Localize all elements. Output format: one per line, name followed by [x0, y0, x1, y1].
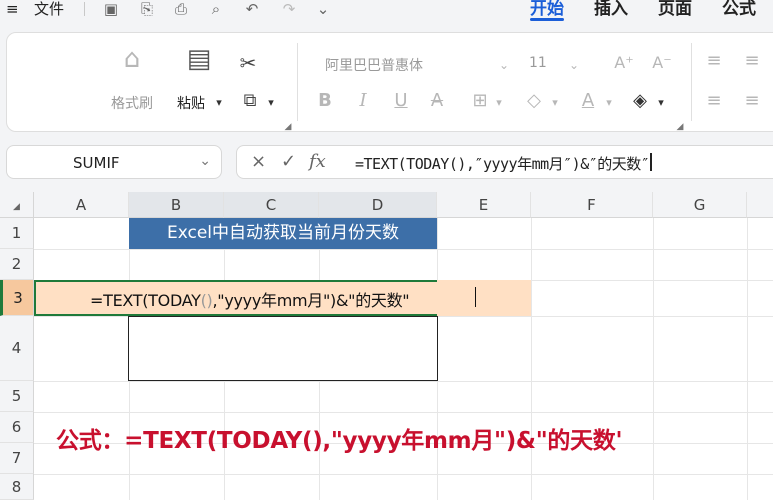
font-launcher-icon[interactable]: ◢: [675, 117, 685, 137]
spreadsheet-grid[interactable]: ◢ A B C D E F G 1 2 3 4 5 6 7 8 Excel中自动…: [0, 192, 773, 500]
select-all-corner[interactable]: ◢: [0, 192, 34, 218]
gridline: [653, 218, 654, 500]
gridline: [34, 474, 773, 475]
redo-icon[interactable]: ↷: [280, 0, 298, 18]
row-header-4[interactable]: 4: [0, 316, 34, 381]
result-cell-b4[interactable]: [128, 316, 438, 381]
undo-icon[interactable]: ↶: [243, 0, 261, 18]
editor-text-paren: (): [200, 291, 213, 310]
menu-divider: [84, 2, 85, 16]
gridline: [531, 218, 532, 500]
eraser-chevron-down-icon[interactable]: ▾: [655, 93, 667, 113]
cancel-icon[interactable]: ×: [251, 151, 266, 172]
copy-icon[interactable]: ⧉: [237, 91, 263, 111]
copy-chevron-down-icon[interactable]: ▾: [265, 93, 277, 113]
ribbon-divider: [691, 43, 692, 121]
font-size-chevron-down-icon[interactable]: ⌄: [567, 55, 581, 75]
column-header-g[interactable]: G: [653, 192, 747, 218]
paste-label[interactable]: 粘贴: [177, 93, 205, 113]
gridline: [34, 381, 773, 382]
cut-icon[interactable]: ✂: [235, 53, 261, 73]
fx-icon[interactable]: fx: [309, 151, 326, 172]
column-header-f[interactable]: F: [531, 192, 653, 218]
border-icon[interactable]: ⊞: [469, 91, 491, 111]
menu-bar: ≡ 文件 ▣ ⎘ ⎙ ⌕ ↶ ↷ ⌄ 开始 插入 页面 公式: [0, 0, 773, 26]
row-header-2[interactable]: 2: [0, 249, 34, 280]
tab-home[interactable]: 开始: [530, 0, 564, 22]
row-header-3[interactable]: 3: [0, 280, 34, 316]
formula-input[interactable]: =TEXT(TODAY(),″yyyy年mm月″)&″的天数″: [355, 153, 650, 174]
format-painter-label[interactable]: 格式刷: [111, 93, 153, 113]
cell-editor-text[interactable]: =TEXT(TODAY(),"yyyy年mm月")&"的天数": [90, 287, 410, 311]
align-left-icon[interactable]: ≡: [703, 91, 725, 111]
gridline: [34, 412, 773, 413]
fill-chevron-down-icon[interactable]: ▾: [549, 93, 561, 113]
format-painter-icon[interactable]: ⌂: [117, 46, 147, 72]
editor-text-function: =TEXT(TODAY: [90, 291, 201, 310]
increase-font-button[interactable]: A⁺: [613, 53, 635, 73]
underline-button[interactable]: U: [391, 91, 411, 111]
bold-button[interactable]: B: [315, 91, 335, 111]
chevron-down-icon[interactable]: ⌄: [199, 153, 211, 169]
font-name-select[interactable]: 阿里巴巴普惠体: [325, 55, 423, 75]
font-color-button[interactable]: A: [577, 91, 599, 111]
confirm-icon[interactable]: ✓: [281, 151, 296, 172]
tab-insert[interactable]: 插入: [594, 0, 628, 22]
file-menu[interactable]: 文件: [34, 0, 64, 20]
column-header-extra[interactable]: [747, 192, 773, 218]
chevron-down-icon[interactable]: ⌄: [314, 0, 332, 18]
text-cursor: [475, 287, 476, 307]
ribbon: ⌂ 格式刷 ▤ 粘贴 ▾ ✂ ⧉ ▾ ◢ 阿里巴巴普惠体 ⌄ 11 ⌄ A⁺ A…: [6, 32, 773, 132]
fill-color-icon[interactable]: ◇: [523, 91, 545, 111]
eraser-icon[interactable]: ◈: [629, 91, 651, 111]
clipboard-launcher-icon[interactable]: ◢: [283, 117, 293, 137]
column-header-e[interactable]: E: [437, 192, 531, 218]
formula-caption: 公式：=TEXT(TODAY(),"yyyy年mm月")&"的天数': [56, 428, 623, 454]
font-chevron-down-icon[interactable]: ⌄: [497, 55, 511, 75]
print-preview-icon[interactable]: ⌕: [207, 0, 225, 18]
name-box-value: SUMIF: [73, 154, 120, 172]
row-header-1[interactable]: 1: [0, 218, 34, 249]
row-header-8[interactable]: 8: [0, 474, 34, 500]
ribbon-divider: [297, 43, 298, 121]
align-center-icon[interactable]: ≡: [741, 91, 763, 111]
text-cursor: [650, 153, 652, 171]
export-icon[interactable]: ⎘: [138, 0, 156, 18]
row-header-5[interactable]: 5: [0, 381, 34, 412]
row-header-7[interactable]: 7: [0, 443, 34, 474]
name-box[interactable]: SUMIF ⌄: [6, 145, 222, 179]
gridline: [34, 249, 773, 250]
save-icon[interactable]: ▣: [102, 0, 120, 18]
title-cell-b1[interactable]: Excel中自动获取当前月份天数: [129, 218, 437, 249]
formula-bar[interactable]: × ✓ fx =TEXT(TODAY(),″yyyy年mm月″)&″的天数″: [236, 145, 773, 179]
font-size-select[interactable]: 11: [529, 55, 547, 71]
tab-formula[interactable]: 公式: [722, 0, 756, 22]
column-header-a[interactable]: A: [34, 192, 129, 218]
column-header-d[interactable]: D: [319, 192, 437, 218]
paste-chevron-down-icon[interactable]: ▾: [213, 93, 225, 113]
italic-button[interactable]: I: [353, 91, 373, 111]
paste-icon[interactable]: ▤: [183, 46, 215, 72]
align-top-icon[interactable]: ≡: [703, 51, 725, 71]
print-icon[interactable]: ⎙: [172, 0, 190, 18]
row-header-6[interactable]: 6: [0, 412, 34, 443]
column-header-c[interactable]: C: [224, 192, 319, 218]
font-color-chevron-down-icon[interactable]: ▾: [603, 93, 615, 113]
strikethrough-button[interactable]: A: [427, 91, 447, 111]
border-chevron-down-icon[interactable]: ▾: [493, 93, 505, 113]
editor-text-args: ,"yyyy年mm月")&"的天数": [212, 291, 410, 310]
decrease-font-button[interactable]: A⁻: [651, 53, 673, 73]
menu-icon[interactable]: ≡: [6, 0, 19, 20]
tab-page[interactable]: 页面: [658, 0, 692, 22]
column-header-b[interactable]: B: [129, 192, 224, 218]
gridline: [747, 218, 748, 500]
align-middle-icon[interactable]: ≡: [741, 51, 763, 71]
